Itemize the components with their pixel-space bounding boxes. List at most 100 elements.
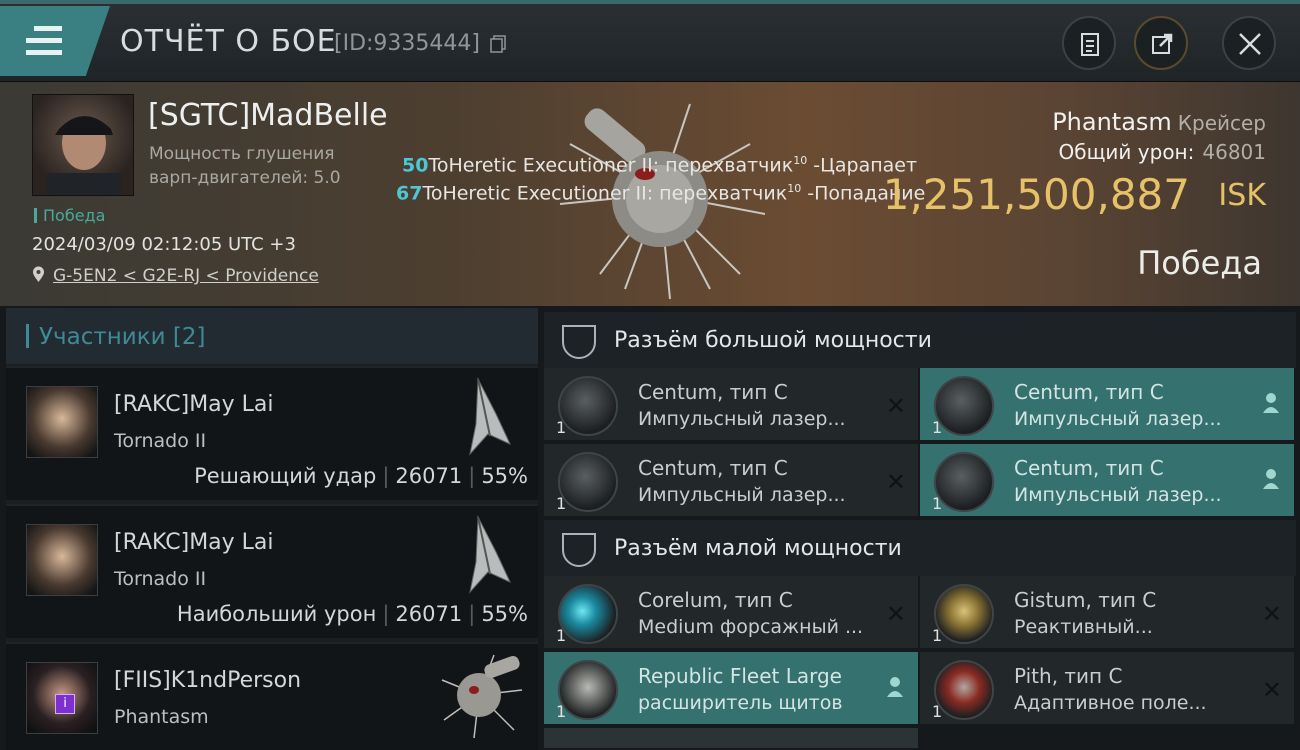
participant-ship: Tornado II	[114, 568, 207, 590]
victim-avatar[interactable]	[32, 94, 134, 196]
module-name: Centum, тип C	[638, 380, 788, 404]
participant-stats: Решающий удар | 26071 | 55%	[194, 464, 528, 488]
module-desc: Импульсный лазер...	[1014, 408, 1222, 430]
top-bar: ОТЧЁТ О БОЕ [ID:9335444]	[0, 0, 1300, 82]
laser-turret-icon	[934, 452, 994, 512]
destroyed-icon: ✕	[1261, 676, 1282, 704]
victim-ship-name[interactable]: Phantasm	[1052, 108, 1172, 136]
destroyed-icon: ✕	[885, 392, 906, 420]
participant-card[interactable]: [RAKC]May Lai Tornado II Наибольший урон…	[6, 504, 538, 638]
menu-icon	[26, 26, 62, 56]
module-desc: Реактивный...	[1014, 616, 1153, 638]
victim-stat-line1: Мощность глушения	[149, 144, 335, 164]
victim-ship[interactable]: Phantasm Крейсер	[1052, 108, 1266, 136]
isk-value: 1,251,500,887	[882, 170, 1190, 219]
divider: |	[468, 602, 476, 626]
module-desc: Импульсный лазер...	[638, 484, 846, 506]
participants-panel: Участники [2] [RAKC]May Lai Tornado II Р…	[6, 308, 538, 750]
participant-name[interactable]: [RAKC]May Lai	[114, 530, 274, 555]
copy-icon[interactable]	[490, 35, 506, 53]
laser-turret-icon	[558, 376, 618, 436]
module-name: Gistum, тип C	[1014, 588, 1157, 612]
participant-percent: 55%	[481, 464, 528, 488]
victim-ship-class: Крейсер	[1177, 111, 1266, 135]
module-qty: 1	[932, 626, 943, 645]
share-button[interactable]	[1134, 16, 1188, 70]
module-item[interactable]: 1 Centum, тип C Импульсный лазер... ✕	[544, 368, 918, 442]
menu-button[interactable]	[0, 6, 110, 76]
participant-name[interactable]: [RAKC]May Lai	[114, 392, 274, 417]
participant-damage: 26071	[395, 464, 463, 488]
module-item[interactable]: 1 Centum, тип C Импульсный лазер...	[920, 444, 1294, 518]
hit-level: 10	[787, 182, 802, 195]
module-item[interactable]: 1 Centum, тип C Импульсный лазер... ✕	[544, 444, 918, 518]
participant-ship: Phantasm	[114, 706, 209, 728]
module-qty: 1	[556, 702, 567, 721]
laser-turret-icon	[934, 376, 994, 436]
module-name: Centum, тип C	[1014, 380, 1164, 404]
divider: |	[382, 464, 390, 488]
page-title: ОТЧЁТ О БОЕ	[120, 24, 337, 59]
outcome-label: Победа	[1137, 244, 1262, 282]
module-item[interactable]: 1 Centum, тип C Импульсный лазер...	[920, 368, 1294, 442]
participant-name[interactable]: [FIIS]K1ndPerson	[114, 668, 301, 693]
shield-hardener-icon	[934, 584, 994, 644]
module-item[interactable]: 1 Republic Fleet Large расширитель щитов	[544, 652, 918, 726]
hit-count: 50	[402, 154, 429, 177]
ship-icon	[469, 515, 512, 594]
hit-weapon: ToHeretic Executioner II: перехватчик	[428, 154, 794, 177]
high-slot-icon	[562, 325, 596, 359]
victim-name[interactable]: [SGTC]MadBelle	[148, 98, 388, 133]
report-id: [ID:9335444]	[334, 31, 480, 56]
participant-avatar[interactable]	[26, 386, 98, 458]
module-desc: Адаптивное поле...	[1014, 692, 1207, 714]
module-qty: 1	[932, 494, 943, 513]
destroyed-icon: ✕	[1261, 600, 1282, 628]
location-text[interactable]: G-5EN2 < G2E-RJ < Providence	[53, 266, 319, 286]
module-desc: расширитель щитов	[638, 692, 843, 714]
shield-extender-icon	[558, 660, 618, 720]
module-name: Centum, тип C	[638, 456, 788, 480]
hit-weapon: ToHeretic Executioner II: перехватчик	[422, 182, 788, 205]
module-item[interactable]: 1 Corelum, тип C Medium форсажный ... ✕	[544, 576, 918, 650]
module-desc: Medium форсажный ...	[638, 616, 864, 638]
clipboard-button[interactable]	[1062, 16, 1116, 70]
share-icon	[1152, 33, 1173, 54]
timestamp: 2024/03/09 02:12:05 UTC +3	[32, 234, 296, 255]
module-item[interactable]: 1 Pith, тип C Адаптивное поле... ✕	[920, 652, 1294, 726]
dropped-pilot-icon	[1263, 469, 1279, 489]
victim-result-badge: Победа	[34, 206, 105, 225]
participants-header[interactable]: Участники [2]	[6, 308, 538, 364]
clipboard-icon	[1081, 33, 1099, 56]
hit-count: 67	[396, 182, 423, 205]
ship-icon	[469, 377, 512, 456]
close-button[interactable]	[1222, 16, 1276, 70]
hit-level: 10	[793, 154, 808, 167]
module-item-partial[interactable]	[544, 728, 918, 750]
participant-card[interactable]: i [FIIS]K1ndPerson Phantasm	[6, 642, 538, 750]
ship-icon	[441, 654, 523, 739]
location-link[interactable]: G-5EN2 < G2E-RJ < Providence	[32, 266, 319, 286]
destroyed-icon: ✕	[885, 468, 906, 496]
module-qty: 1	[556, 626, 567, 645]
module-qty: 1	[556, 418, 567, 437]
dropped-pilot-icon	[887, 677, 903, 697]
high-slot-header: Разъём большой мощности	[544, 312, 1296, 368]
dropped-pilot-icon	[1263, 393, 1279, 413]
participant-avatar[interactable]	[26, 524, 98, 596]
module-qty: 1	[932, 418, 943, 437]
isk-unit: ISK	[1218, 178, 1266, 213]
module-item[interactable]: 1 Gistum, тип C Реактивный... ✕	[920, 576, 1294, 650]
participant-card[interactable]: [RAKC]May Lai Tornado II Решающий удар | 2…	[6, 366, 538, 500]
participant-ship: Tornado II	[114, 430, 207, 452]
total-damage: Общий урон: 46801	[1059, 140, 1266, 164]
module-qty: 1	[556, 494, 567, 513]
divider: |	[468, 464, 476, 488]
hit-line: 50ToHeretic Executioner II: перехватчик1…	[402, 154, 917, 176]
accent-line	[0, 0, 1300, 4]
close-icon	[1239, 33, 1261, 55]
afterburner-icon	[558, 584, 618, 644]
fitting-panel: Разъём большой мощности 1 Centum, тип C …	[544, 308, 1300, 750]
participant-stats: Наибольший урон | 26071 | 55%	[177, 602, 528, 626]
module-desc: Импульсный лазер...	[1014, 484, 1222, 506]
